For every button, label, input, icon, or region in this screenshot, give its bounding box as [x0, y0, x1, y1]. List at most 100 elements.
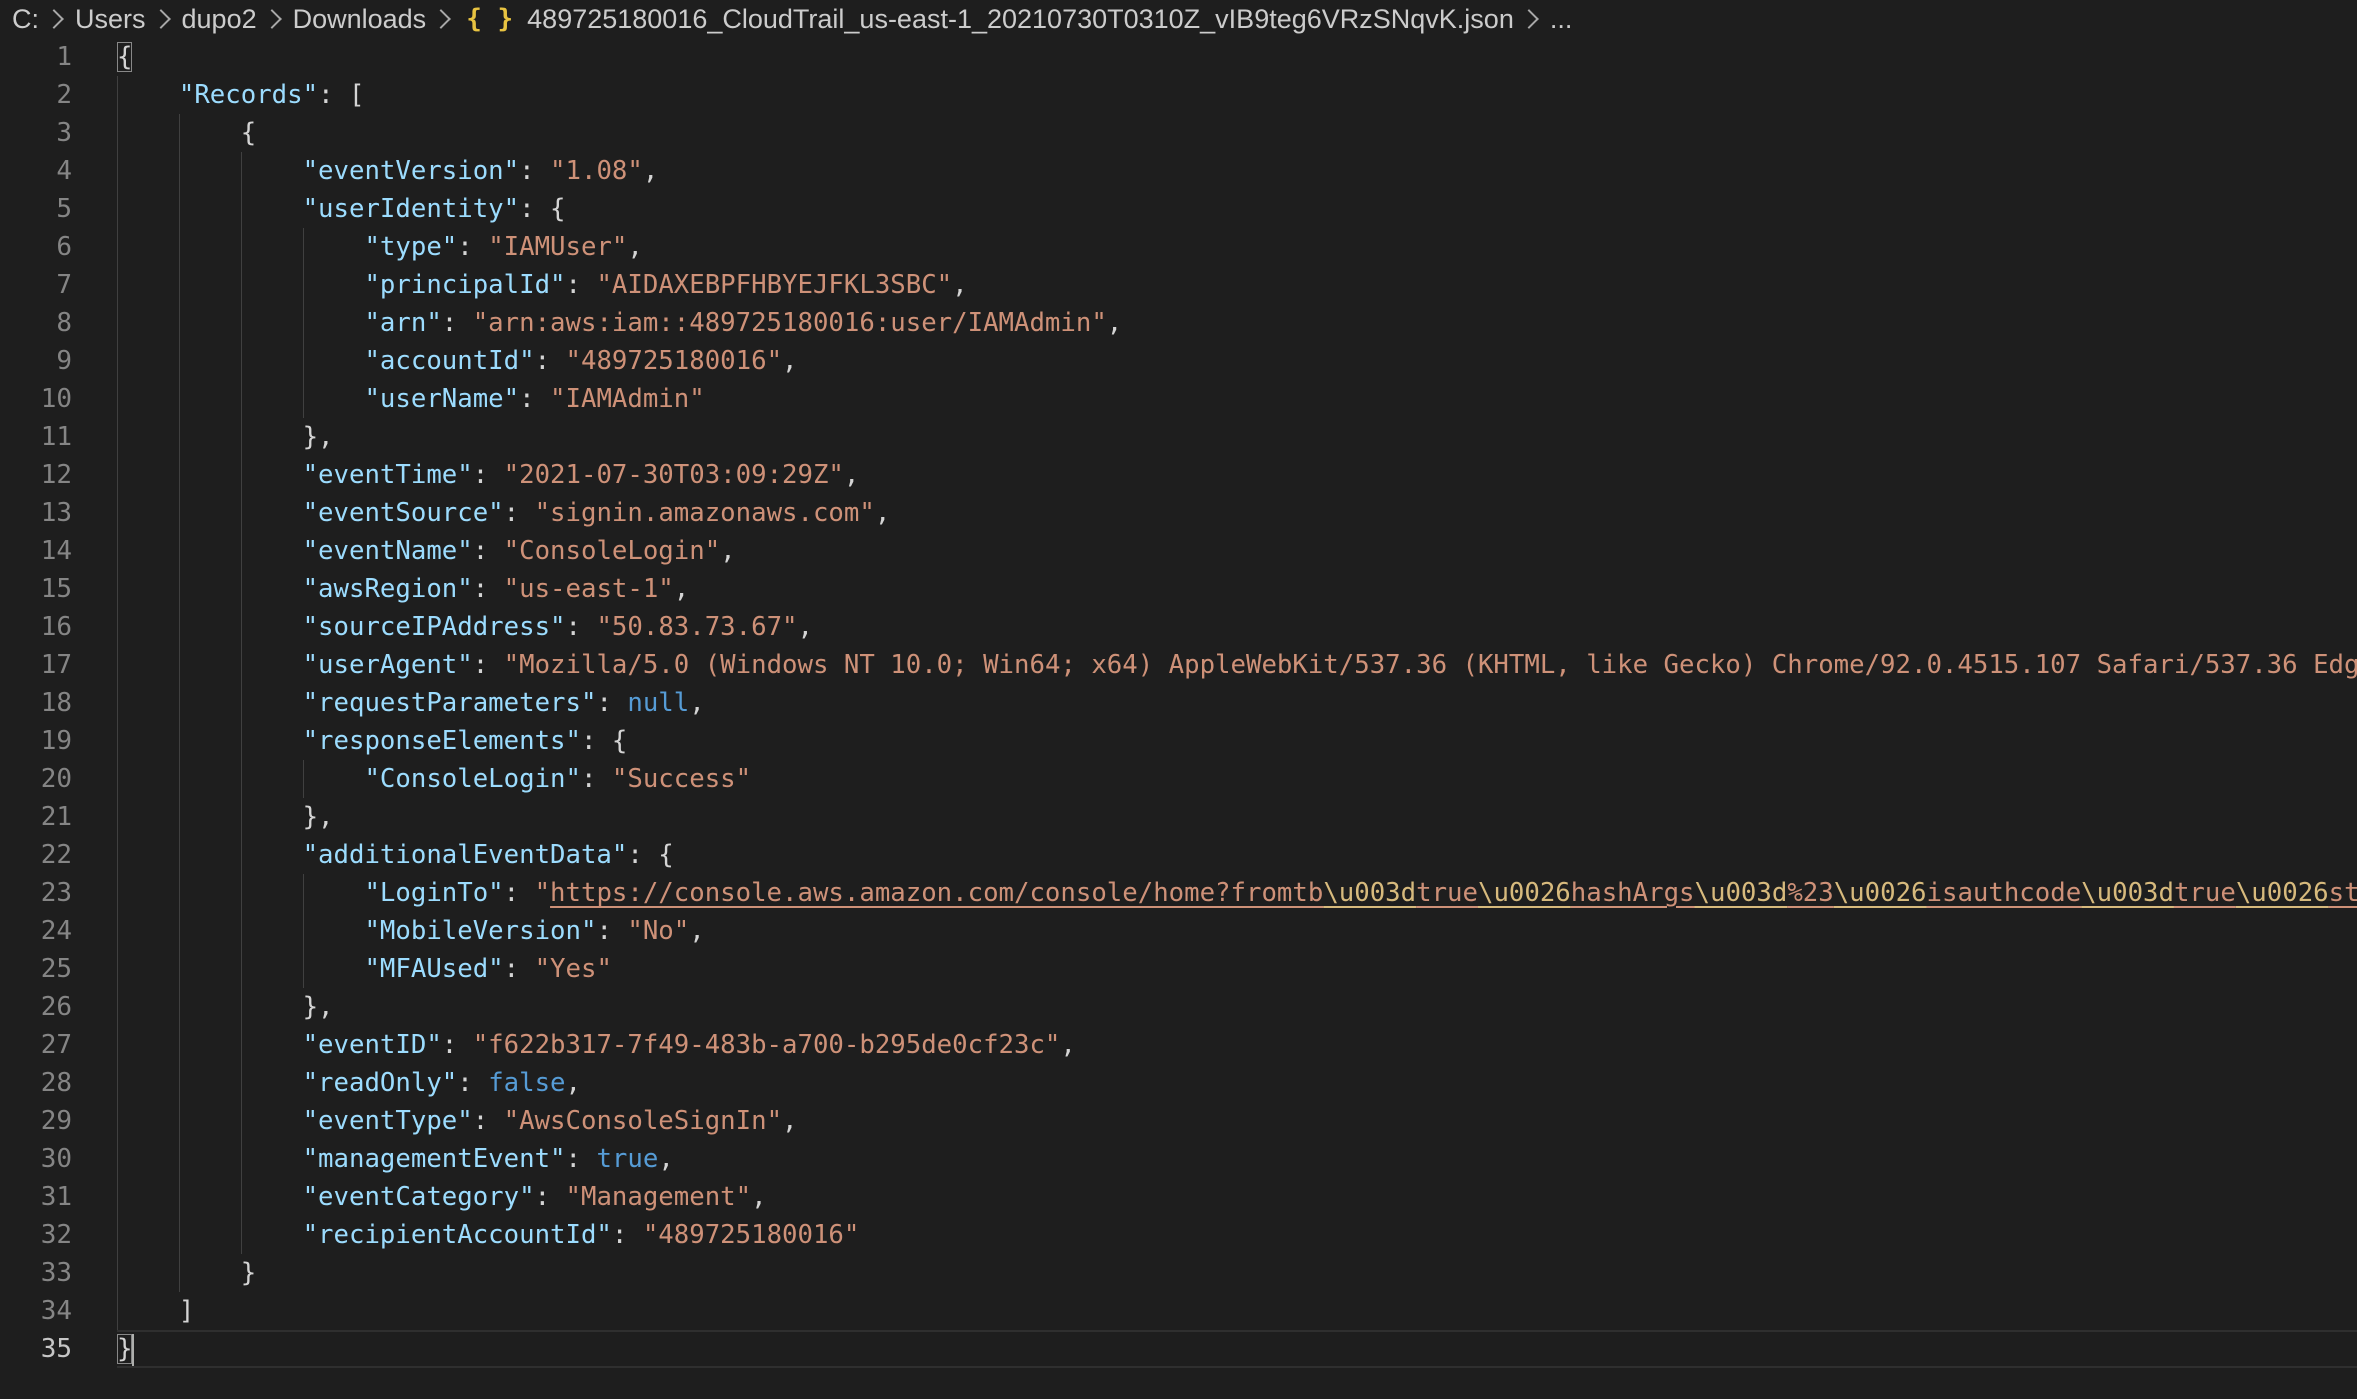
indent-guide [178, 646, 180, 684]
code-line[interactable]: "eventVersion": "1.08", [117, 152, 2357, 190]
code-token: : [457, 232, 489, 262]
breadcrumb-user-folder[interactable]: dupo2 [182, 4, 257, 35]
breadcrumb-users[interactable]: Users [75, 4, 146, 35]
indent-guide [178, 684, 180, 722]
code-token: "Yes" [534, 954, 612, 984]
code-token: : [472, 536, 504, 566]
indent-guide [117, 722, 118, 760]
code-line[interactable]: { [117, 114, 2357, 152]
code-line[interactable]: "MFAUsed": "Yes" [117, 950, 2357, 988]
indent-guide [178, 1178, 180, 1216]
indent-guide [240, 570, 242, 608]
code-line[interactable]: { [117, 38, 2357, 76]
code-line[interactable]: "requestParameters": null, [117, 684, 2357, 722]
code-line[interactable]: "userAgent": "Mozilla/5.0 (Windows NT 10… [117, 646, 2357, 684]
breadcrumb-file[interactable]: 489725180016_CloudTrail_us-east-1_202107… [527, 4, 1514, 35]
indent-guide [117, 266, 118, 304]
code-area[interactable]: { "Records": [ { "eventVersion": "1.08",… [117, 38, 2357, 1368]
indent-guide [117, 380, 118, 418]
code-token: "arn:aws:iam::489725180016:user/IAMAdmin… [472, 308, 1107, 338]
line-number: 9 [56, 346, 72, 376]
indent-guide [178, 1026, 180, 1064]
code-line[interactable]: "responseElements": { [117, 722, 2357, 760]
indent-guide [240, 760, 242, 798]
code-token: : [472, 460, 504, 490]
breadcrumb-symbols[interactable]: ... [1550, 4, 1573, 35]
line-number: 26 [40, 992, 72, 1022]
code-line[interactable]: "eventName": "ConsoleLogin", [117, 532, 2357, 570]
code-line[interactable]: }, [117, 798, 2357, 836]
line-number: 8 [56, 308, 72, 338]
code-token: "f622b317-7f49-483b-a700-b295de0cf23c" [472, 1030, 1061, 1060]
code-line[interactable]: "ConsoleLogin": "Success" [117, 760, 2357, 798]
code-line[interactable]: "userName": "IAMAdmin" [117, 380, 2357, 418]
code-line[interactable]: "readOnly": false, [117, 1064, 2357, 1102]
code-line[interactable]: "eventTime": "2021-07-30T03:09:29Z", [117, 456, 2357, 494]
indent-guide [117, 228, 118, 266]
breadcrumb-drive[interactable]: C: [12, 4, 39, 35]
line-number: 16 [40, 612, 72, 642]
code-line[interactable]: "MobileVersion": "No", [117, 912, 2357, 950]
code-token: { [117, 118, 257, 148]
line-number: 5 [56, 194, 72, 224]
indent-guide [117, 456, 118, 494]
breadcrumb-downloads[interactable]: Downloads [293, 4, 427, 35]
code-line[interactable]: "sourceIPAddress": "50.83.73.67", [117, 608, 2357, 646]
indent-guide [178, 1216, 180, 1254]
line-number: 31 [40, 1182, 72, 1212]
code-line[interactable]: "LoginTo": "https://console.aws.amazon.c… [117, 874, 2357, 912]
indent-guide [117, 1254, 118, 1292]
code-token: { [117, 42, 133, 72]
code-line[interactable]: "userIdentity": { [117, 190, 2357, 228]
indent-guide [240, 190, 242, 228]
line-number: 33 [40, 1258, 72, 1288]
line-number: 35 [40, 1334, 72, 1364]
code-line[interactable]: } [117, 1254, 2357, 1292]
code-line[interactable]: "awsRegion": "us-east-1", [117, 570, 2357, 608]
indent-guide [240, 874, 242, 912]
indent-guide [240, 1216, 242, 1254]
code-line[interactable]: "principalId": "AIDAXEBPFHBYEJFKL3SBC", [117, 266, 2357, 304]
code-line[interactable]: "Records": [ [117, 76, 2357, 114]
code-line[interactable]: }, [117, 988, 2357, 1026]
code-line[interactable]: "eventSource": "signin.amazonaws.com", [117, 494, 2357, 532]
editor-pane[interactable]: 1 2 3 4 5 6 7 8 9 10 11 12 13 14 15 16 17 18 19 20 21 22 23 24 2… [0, 38, 2357, 1399]
code-line[interactable]: "accountId": "489725180016", [117, 342, 2357, 380]
code-line[interactable]: "managementEvent": true, [117, 1140, 2357, 1178]
indent-guide [302, 228, 304, 266]
code-line[interactable]: "eventID": "f622b317-7f49-483b-a700-b295… [117, 1026, 2357, 1064]
code-line[interactable]: "type": "IAMUser", [117, 228, 2357, 266]
code-token: \u003d [2081, 878, 2174, 908]
code-token: "us-east-1" [503, 574, 674, 604]
code-token: : { [519, 194, 566, 224]
code-line[interactable]: } [117, 1330, 2357, 1368]
code-token: "489725180016" [642, 1220, 860, 1250]
code-token: }, [117, 992, 334, 1022]
indent-guide [178, 494, 180, 532]
indent-guide [240, 228, 242, 266]
code-line[interactable]: "additionalEventData": { [117, 836, 2357, 874]
code-line[interactable]: "recipientAccountId": "489725180016" [117, 1216, 2357, 1254]
indent-guide [178, 190, 180, 228]
indent-guide [178, 532, 180, 570]
code-line[interactable]: "eventType": "AwsConsoleSignIn", [117, 1102, 2357, 1140]
indent-guide [178, 798, 180, 836]
code-line[interactable]: }, [117, 418, 2357, 456]
indent-guide [117, 342, 118, 380]
line-number: 32 [40, 1220, 72, 1250]
code-token: : [565, 612, 597, 642]
code-line[interactable]: ] [117, 1292, 2357, 1330]
indent-guide [117, 152, 118, 190]
code-token: true [596, 1144, 659, 1174]
code-line[interactable]: "eventCategory": "Management", [117, 1178, 2357, 1216]
indent-guide [117, 1026, 118, 1064]
code-line[interactable]: "arn": "arn:aws:iam::489725180016:user/I… [117, 304, 2357, 342]
